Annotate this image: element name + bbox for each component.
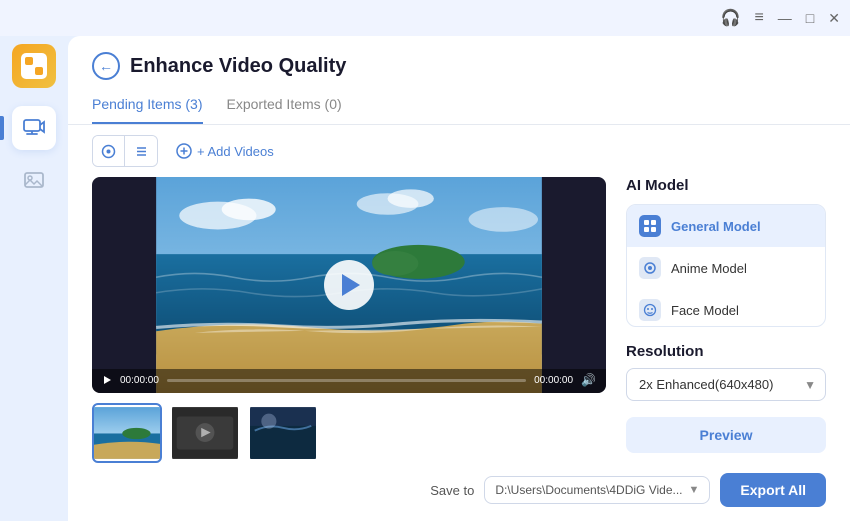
ai-model-list: General Model Anime Model Face Model bbox=[626, 204, 826, 327]
sidebar-item-photo[interactable] bbox=[12, 158, 56, 202]
footer: Save to D:\Users\Documents\4DDiG Vide...… bbox=[68, 463, 850, 521]
play-icon-small bbox=[102, 375, 112, 385]
title-bar: 🎧 ≡ — □ ✕ bbox=[0, 0, 850, 36]
tab-bar: Pending Items (3) Exported Items (0) bbox=[68, 80, 850, 125]
resolution-select-wrapper[interactable]: 2x Enhanced(640x480) 4x Enhanced(1280x96… bbox=[626, 368, 826, 401]
title-bar-icons: 🎧 ≡ — □ ✕ bbox=[721, 8, 840, 28]
menu-icon[interactable]: ≡ bbox=[754, 9, 763, 27]
resolution-title: Resolution bbox=[626, 343, 826, 360]
add-videos-label: + Add Videos bbox=[197, 144, 274, 159]
right-panel: AI Model General Model Anime Model bbox=[626, 177, 826, 463]
face-model-icon bbox=[639, 299, 661, 321]
video-player[interactable]: 00:00:00 00:00:00 🔊 bbox=[92, 177, 606, 393]
grid-view-button[interactable] bbox=[93, 136, 125, 166]
thumbnail-2[interactable] bbox=[170, 403, 240, 463]
save-path-text: D:\Users\Documents\4DDiG Vide... bbox=[495, 483, 682, 497]
resolution-select[interactable]: 2x Enhanced(640x480) 4x Enhanced(1280x96… bbox=[626, 368, 826, 401]
back-button[interactable]: ← bbox=[92, 52, 120, 80]
progress-track[interactable] bbox=[167, 379, 526, 382]
model-item-general[interactable]: General Model bbox=[627, 205, 825, 247]
anime-model-label: Anime Model bbox=[671, 261, 747, 276]
export-all-button[interactable]: Export All bbox=[720, 473, 826, 507]
play-button[interactable] bbox=[324, 260, 374, 310]
volume-icon[interactable]: 🔊 bbox=[581, 373, 596, 387]
time-right: 00:00:00 bbox=[534, 375, 573, 386]
app-logo bbox=[12, 44, 56, 88]
general-model-icon bbox=[639, 215, 661, 237]
model-item-face[interactable]: Face Model bbox=[627, 289, 825, 327]
content-area: 00:00:00 00:00:00 🔊 bbox=[68, 177, 850, 463]
face-model-label: Face Model bbox=[671, 303, 739, 318]
save-path-chevron-icon: ▼ bbox=[689, 484, 700, 496]
tab-pending[interactable]: Pending Items (3) bbox=[92, 90, 203, 124]
model-item-anime[interactable]: Anime Model bbox=[627, 247, 825, 289]
app-layout: ← Enhance Video Quality Pending Items (3… bbox=[0, 36, 850, 521]
save-to-label: Save to bbox=[430, 483, 474, 498]
anime-model-icon bbox=[639, 257, 661, 279]
tab-exported[interactable]: Exported Items (0) bbox=[227, 90, 342, 124]
ai-model-title: AI Model bbox=[626, 177, 826, 194]
time-left: 00:00:00 bbox=[120, 375, 159, 386]
general-model-label: General Model bbox=[671, 219, 761, 234]
minimize-icon[interactable]: — bbox=[778, 10, 792, 26]
main-content: ← Enhance Video Quality Pending Items (3… bbox=[68, 36, 850, 521]
maximize-icon[interactable]: □ bbox=[806, 10, 814, 26]
list-view-button[interactable] bbox=[125, 136, 157, 166]
toolbar: + Add Videos bbox=[68, 125, 850, 177]
sidebar-item-video-enhance[interactable] bbox=[12, 106, 56, 150]
close-icon[interactable]: ✕ bbox=[828, 10, 840, 27]
video-progress-bar: 00:00:00 00:00:00 🔊 bbox=[92, 369, 606, 393]
view-toggle-group bbox=[92, 135, 158, 167]
page-title: Enhance Video Quality bbox=[130, 55, 346, 78]
thumbnail-1[interactable] bbox=[92, 403, 162, 463]
thumbnail-strip bbox=[92, 403, 606, 463]
save-path-select[interactable]: D:\Users\Documents\4DDiG Vide... ▼ bbox=[484, 476, 710, 504]
add-videos-button[interactable]: + Add Videos bbox=[166, 138, 284, 164]
thumbnail-3[interactable] bbox=[248, 403, 318, 463]
headphones-icon[interactable]: 🎧 bbox=[721, 8, 741, 28]
page-header: ← Enhance Video Quality bbox=[68, 36, 850, 80]
preview-button[interactable]: Preview bbox=[626, 417, 826, 453]
video-section: 00:00:00 00:00:00 🔊 bbox=[92, 177, 606, 463]
sidebar bbox=[0, 36, 68, 521]
